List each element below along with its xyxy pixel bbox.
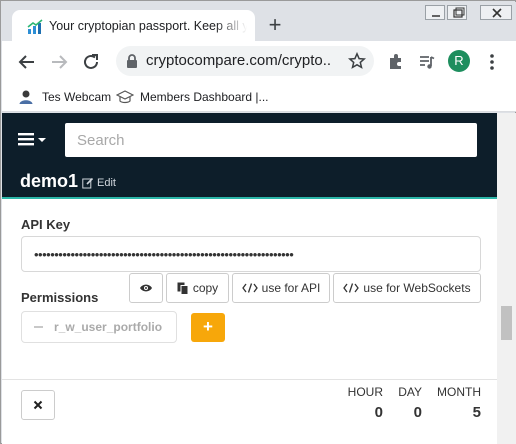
url-text[interactable]: cryptocompare.com/crypto... xyxy=(146,52,332,70)
api-key-card: API Key ••••••••••••••••••••••••••••••••… xyxy=(2,201,497,444)
stat-label: DAY xyxy=(398,385,422,399)
edit-label: Edit xyxy=(97,177,116,189)
restore-icon xyxy=(453,7,465,18)
api-key-label: API Key xyxy=(21,217,71,232)
stat-month: MONTH 5 xyxy=(432,385,481,421)
site-navbar xyxy=(2,113,497,164)
browser-window: Your cryptopian passport. Keep all y + c… xyxy=(0,0,516,444)
stat-value: 0 xyxy=(374,404,383,421)
scrollbar-thumb[interactable] xyxy=(501,306,512,340)
profile-avatar[interactable]: R xyxy=(448,50,470,72)
arrow-left-icon xyxy=(18,55,34,69)
show-key-button[interactable] xyxy=(129,273,163,303)
permission-name: r_w_user_portfolio xyxy=(54,320,163,334)
person-icon xyxy=(19,90,33,104)
reload-icon xyxy=(84,54,98,69)
copy-label: copy xyxy=(192,281,219,295)
bookmark-members-dashboard[interactable]: Members Dashboard |... xyxy=(116,87,269,107)
close-icon xyxy=(492,8,502,18)
back-button[interactable] xyxy=(16,51,38,73)
caret-down-icon xyxy=(38,138,46,142)
copy-button[interactable]: copy xyxy=(166,273,229,303)
use-for-websockets-label: use for WebSockets xyxy=(363,281,471,295)
divider xyxy=(2,379,497,380)
permission-chip[interactable]: r_w_user_portfolio xyxy=(21,311,177,343)
stat-value: 0 xyxy=(413,404,422,421)
stat-day: DAY 0 xyxy=(393,385,422,421)
eye-icon xyxy=(140,284,152,292)
extensions-button[interactable] xyxy=(385,51,407,73)
graduation-cap-icon xyxy=(116,90,134,104)
cryptocompare-favicon-icon xyxy=(27,19,43,34)
use-for-api-label: use for API xyxy=(261,281,321,295)
close-button[interactable] xyxy=(21,390,55,420)
user-header: demo1 Edit xyxy=(2,164,497,199)
remove-permission-icon[interactable] xyxy=(34,326,43,328)
stat-value: 5 xyxy=(472,404,481,421)
copy-icon xyxy=(177,282,189,295)
playlist-music-icon xyxy=(420,56,435,69)
use-for-api-button[interactable]: use for API xyxy=(232,273,330,303)
new-tab-button[interactable]: + xyxy=(264,14,286,37)
lock-icon[interactable] xyxy=(125,53,139,69)
maximize-button[interactable] xyxy=(447,5,467,20)
minimize-button[interactable] xyxy=(425,5,445,20)
add-permission-button[interactable]: + xyxy=(191,313,225,342)
minimize-icon xyxy=(432,15,440,17)
tab-strip: Your cryptopian passport. Keep all y + xyxy=(2,2,516,42)
arrow-right-icon xyxy=(52,55,68,69)
bookmark-tes-webcam[interactable]: Tes Webcam xyxy=(18,87,111,107)
stat-hour: HOUR 0 xyxy=(347,385,383,421)
media-control-button[interactable] xyxy=(416,51,438,73)
bookmark-label: Members Dashboard |... xyxy=(140,90,269,104)
address-bar[interactable]: cryptocompare.com/crypto... xyxy=(116,46,374,76)
code-icon xyxy=(343,283,360,293)
more-vertical-icon xyxy=(490,54,494,70)
page-scrollbar[interactable] xyxy=(497,113,516,444)
hamburger-icon xyxy=(18,133,34,146)
browser-tab[interactable]: Your cryptopian passport. Keep all y xyxy=(12,10,255,42)
bookmark-label: Tes Webcam xyxy=(42,90,112,104)
star-icon[interactable] xyxy=(348,52,366,70)
username: demo1 xyxy=(20,171,79,191)
api-key-field[interactable]: ••••••••••••••••••••••••••••••••••••••••… xyxy=(21,236,481,272)
close-window-button[interactable] xyxy=(480,5,512,20)
bookmarks-bar: Tes Webcam Members Dashboard |... xyxy=(2,82,516,112)
menu-toggle-button[interactable] xyxy=(18,129,48,149)
page-viewport: demo1 Edit API Key •••••••••••••••••••••… xyxy=(2,113,516,444)
browser-toolbar: cryptocompare.com/crypto... R xyxy=(2,41,516,82)
code-icon xyxy=(241,283,258,293)
tab-title: Your cryptopian passport. Keep all y xyxy=(49,19,247,33)
puzzle-icon xyxy=(390,54,401,69)
forward-button[interactable] xyxy=(48,51,70,73)
close-icon xyxy=(33,400,43,410)
browser-menu-button[interactable] xyxy=(481,51,503,73)
search-input[interactable] xyxy=(65,123,477,157)
reload-button[interactable] xyxy=(80,51,102,73)
use-for-websockets-button[interactable]: use for WebSockets xyxy=(333,273,481,303)
stat-label: HOUR xyxy=(347,385,383,399)
stat-label: MONTH xyxy=(437,385,481,399)
permissions-label: Permissions xyxy=(21,290,99,305)
edit-icon xyxy=(82,177,94,189)
edit-link[interactable]: Edit xyxy=(82,177,116,189)
